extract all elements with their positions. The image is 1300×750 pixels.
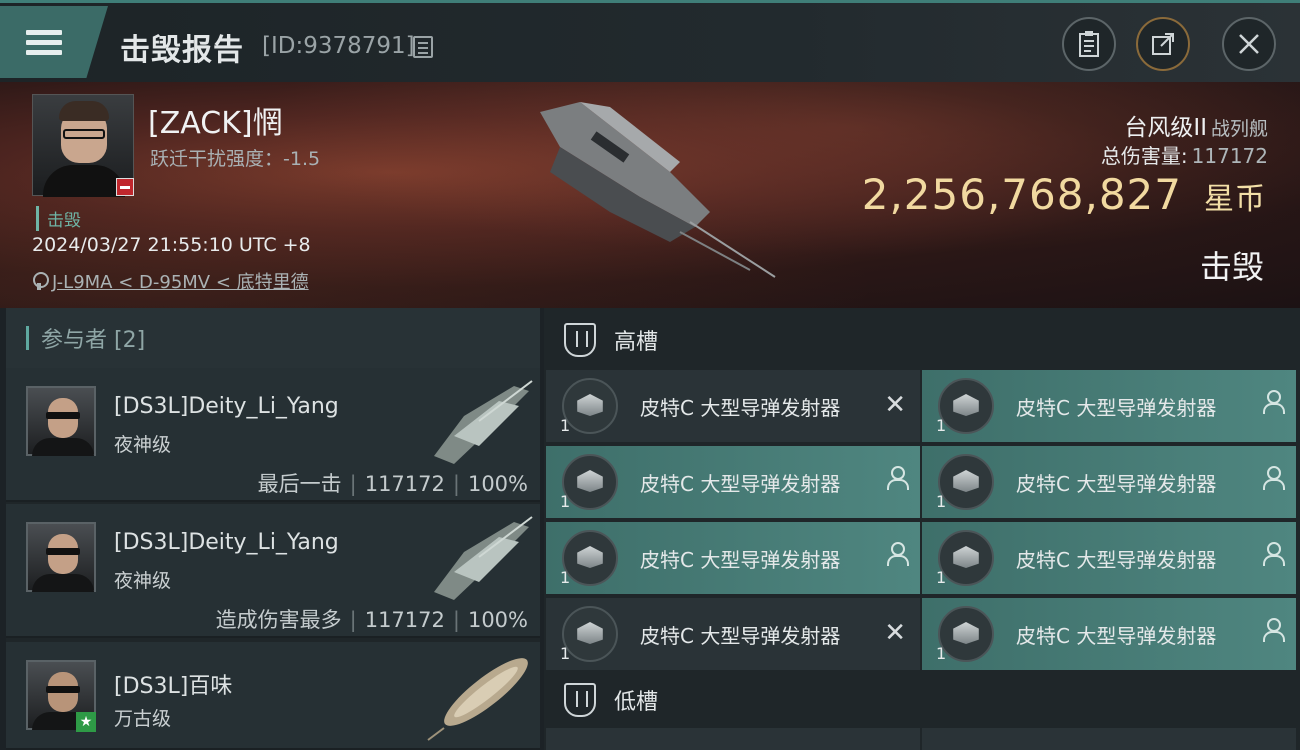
participant-ship-image: [434, 380, 533, 464]
module-item[interactable]: 1 皮特C 大型导弹发射器: [546, 522, 920, 594]
participants-panel: 参与者 [2] [DS3L]Deity_Li_Yang 夜神级 最后一击 | 117…: [6, 308, 540, 750]
kill-datetime: 2024/03/27 21:55:10 UTC +8: [32, 234, 311, 256]
participant-ship-image: [434, 516, 533, 600]
module-name: 皮特C 大型导弹发射器: [640, 548, 841, 572]
module-name: 皮特C 大型导弹发射器: [1016, 548, 1217, 572]
total-damage: 总伤害量: 117172: [1100, 144, 1268, 168]
participant-row[interactable]: [DS3L]Deity_Li_Yang 夜神级 最后一击 | 117172 | 100%: [6, 368, 540, 502]
menu-button[interactable]: [0, 6, 108, 78]
share-button[interactable]: [1136, 17, 1190, 71]
participant-name: [DS3L]百味: [114, 674, 233, 699]
module-item[interactable]: 1 皮特C 大型导弹发射器 ✕: [546, 598, 920, 670]
dropped-person-icon: [1262, 390, 1285, 414]
kill-location[interactable]: J-L9MA < D-95MV < 底特里德: [32, 268, 309, 294]
missile-launcher-icon: [562, 606, 618, 662]
destroyed-icon: ✕: [884, 390, 906, 420]
module-item[interactable]: 1 皮特C 大型导弹发射器: [922, 522, 1296, 594]
missile-launcher-icon: [938, 606, 994, 662]
victim-ship-image: [540, 102, 776, 278]
destroyed-tag: 击毁: [36, 206, 81, 231]
missile-launcher-icon: [938, 378, 994, 434]
module-item-partial[interactable]: [546, 728, 920, 750]
participant-ship: 夜神级: [114, 570, 172, 592]
missile-launcher-icon: [938, 454, 994, 510]
module-name: 皮特C 大型导弹发射器: [1016, 396, 1217, 420]
participant-row[interactable]: ★ [DS3L]百味 万古级: [6, 642, 540, 750]
close-button[interactable]: [1222, 17, 1276, 71]
copy-id-icon[interactable]: [413, 36, 433, 58]
star-icon: ★: [76, 712, 96, 732]
participant-row[interactable]: [DS3L]Deity_Li_Yang 夜神级 造成伤害最多 | 117172 | 10…: [6, 504, 540, 638]
missile-launcher-icon: [562, 378, 618, 434]
clipboard-icon: [1079, 31, 1099, 57]
high-slot-icon: [564, 323, 596, 357]
victim-ship-class[interactable]: 台风级II 战列舰: [1124, 108, 1268, 142]
participant-name: [DS3L]Deity_Li_Yang: [114, 394, 339, 419]
victim-name[interactable]: [ZACK]惘: [148, 98, 283, 142]
module-item[interactable]: 1 皮特C 大型导弹发射器: [546, 446, 920, 518]
dropped-person-icon: [1262, 618, 1285, 642]
participant-ship: 夜神级: [114, 434, 172, 456]
dropped-person-icon: [886, 542, 909, 566]
module-item[interactable]: 1 皮特C 大型导弹发射器: [922, 370, 1296, 442]
clipboard-button[interactable]: [1062, 17, 1116, 71]
victim-panel: [ZACK]惘 跃迁干扰强度：-1.5 击毁 2024/03/27 21:55:…: [0, 82, 1300, 308]
low-slot-icon: [564, 683, 596, 717]
module-name: 皮特C 大型导弹发射器: [640, 396, 841, 420]
top-bar: 击毁报告 [ID:9378791]: [0, 0, 1300, 82]
close-icon: [1239, 34, 1259, 54]
module-name: 皮特C 大型导弹发射器: [1016, 624, 1217, 648]
fitting-panel: 高槽 1 皮特C 大型导弹发射器 ✕ 1 皮特C 大型导弹发射器 1 皮特C 大…: [544, 308, 1300, 750]
participant-name: [DS3L]Deity_Li_Yang: [114, 530, 339, 555]
participant-avatar: [26, 522, 96, 592]
kill-result: 击毁: [1199, 248, 1264, 286]
participant-ship-image: [427, 658, 528, 741]
high-slot-header: 高槽: [544, 310, 1300, 370]
module-name: 皮特C 大型导弹发射器: [640, 624, 841, 648]
missile-launcher-icon: [562, 530, 618, 586]
report-id: [ID:9378791]: [262, 33, 415, 59]
participant-avatar: [26, 386, 96, 456]
module-item[interactable]: 1 皮特C 大型导弹发射器 ✕: [546, 370, 920, 442]
participant-ship: 万古级: [114, 708, 172, 730]
low-slot-header: 低槽: [544, 670, 1300, 730]
warp-strength: 跃迁干扰强度：-1.5: [150, 148, 321, 170]
participant-stats: 最后一击 | 117172 | 100%: [257, 472, 528, 496]
module-name: 皮特C 大型导弹发射器: [1016, 472, 1217, 496]
module-name: 皮特C 大型导弹发射器: [640, 472, 841, 496]
hamburger-icon: [26, 25, 62, 60]
dropped-person-icon: [1262, 542, 1285, 566]
module-item-partial[interactable]: [922, 728, 1296, 750]
dropped-person-icon: [886, 466, 909, 490]
module-item[interactable]: 1 皮特C 大型导弹发射器: [922, 446, 1296, 518]
location-pin-icon: [32, 272, 49, 290]
module-item[interactable]: 1 皮特C 大型导弹发射器: [922, 598, 1296, 670]
isk-value: 2,256,768,827 星币: [861, 170, 1266, 219]
share-icon: [1152, 33, 1174, 55]
location-text[interactable]: J-L9MA < D-95MV < 底特里德: [52, 268, 309, 294]
missile-launcher-icon: [938, 530, 994, 586]
participant-stats: 造成伤害最多 | 117172 | 100%: [215, 608, 528, 632]
participants-header: 参与者 [2]: [6, 308, 540, 368]
page-title: 击毁报告: [120, 33, 244, 68]
standing-badge: [116, 178, 134, 196]
dropped-person-icon: [1262, 466, 1285, 490]
missile-launcher-icon: [562, 454, 618, 510]
destroyed-icon: ✕: [884, 618, 906, 648]
